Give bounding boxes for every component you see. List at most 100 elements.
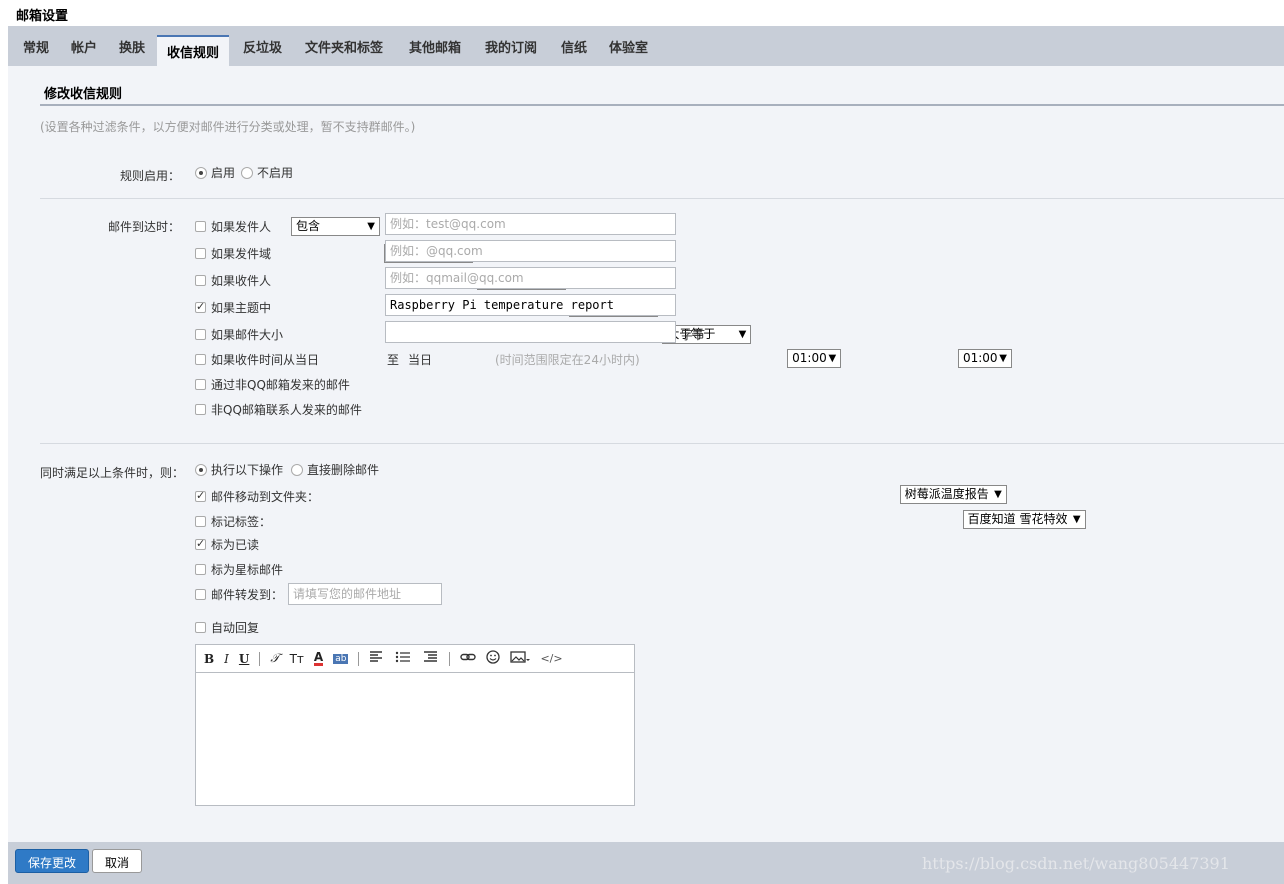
action-move-checkbox[interactable] — [195, 489, 206, 502]
tab-general[interactable]: 常规 — [23, 37, 49, 56]
actions-delete-label: 直接删除邮件 — [307, 463, 380, 477]
action-move-row: 邮件移动到文件夹： — [195, 488, 319, 505]
cond-sender-input[interactable]: 例如：test@qq.com — [385, 213, 676, 235]
cond-non-qq-checkbox[interactable] — [195, 379, 206, 390]
cond-recipient-row: 如果收件人 — [195, 272, 271, 289]
rule-enable-off-radio[interactable] — [241, 166, 254, 179]
action-forward-checkbox[interactable] — [195, 589, 206, 600]
auto-reply-editor: B I U 𝒯 Tт A ab </> — [195, 644, 635, 806]
section-title: 修改收信规则 — [44, 87, 123, 102]
tab-bar: 常规 帐户 换肤 收信规则 反垃圾 文件夹和标签 其他邮箱 我的订阅 信纸 体验… — [8, 26, 1284, 66]
list-icon[interactable] — [395, 651, 413, 666]
cond-size-row: 如果邮件大小 — [195, 326, 283, 343]
indent-icon[interactable] — [423, 651, 439, 666]
link-icon[interactable] — [460, 651, 477, 666]
emoji-icon[interactable] — [486, 650, 501, 667]
cond-recipient-label: 如果收件人 — [211, 274, 272, 288]
cond-size-input[interactable] — [385, 321, 676, 343]
editor-toolbar: B I U 𝒯 Tт A ab </> — [196, 645, 634, 673]
cond-subject-label: 如果主题中 — [211, 301, 272, 315]
tab-anti-spam[interactable]: 反垃圾 — [243, 37, 282, 56]
rule-enable-on-radio[interactable] — [195, 166, 207, 179]
cond-recipient-input[interactable]: 例如：qqmail@qq.com — [385, 267, 676, 289]
cond-time-day-label: 当日 — [408, 353, 433, 367]
bold-icon[interactable]: B — [204, 652, 214, 666]
action-forward-row: 邮件转发到： — [195, 586, 283, 603]
rule-enable-off-label: 不启用 — [257, 166, 294, 180]
action-tag-select[interactable]: 百度知道 雪花特效 ▼ — [962, 510, 1086, 529]
page-title: 邮箱设置 — [16, 9, 69, 24]
cond-non-contact-label: 非QQ邮箱联系人发来的邮件 — [211, 403, 362, 417]
chevron-down-icon: ▼ — [999, 353, 1007, 364]
rule-enable-label: 规则启用： — [119, 169, 180, 183]
action-forward-input[interactable]: 请填写您的邮件地址 — [288, 583, 442, 605]
cond-domain-row: 如果发件域 — [195, 245, 271, 262]
toolbar-separator — [449, 651, 451, 666]
italic-icon[interactable]: I — [224, 652, 229, 666]
action-tag-checkbox[interactable] — [195, 516, 206, 527]
action-star-checkbox[interactable] — [195, 564, 206, 575]
toolbar-separator — [358, 651, 360, 666]
cond-sender-op-select[interactable]: 包含 ▼ — [291, 217, 380, 236]
cond-time-checkbox[interactable] — [195, 354, 206, 365]
watermark: https://blog.csdn.net/wang805447391 — [922, 854, 1230, 873]
source-code-icon[interactable]: </> — [540, 652, 562, 665]
cond-time-from-select[interactable]: 01:00 ▼ — [787, 349, 842, 368]
cond-domain-input[interactable]: 例如：@qq.com — [385, 240, 676, 262]
save-button[interactable]: 保存更改 — [15, 849, 90, 873]
cond-non-qq-label: 通过非QQ邮箱发来的邮件 — [211, 378, 350, 392]
cond-size-label: 如果邮件大小 — [211, 328, 284, 342]
section-underline — [40, 104, 1284, 106]
align-icon[interactable] — [369, 651, 385, 666]
cond-subject-row: 如果主题中 — [195, 299, 271, 316]
cond-size-checkbox[interactable] — [195, 329, 206, 340]
tab-subscriptions[interactable]: 我的订阅 — [485, 37, 537, 56]
cond-size-unit: 字节 — [681, 328, 706, 342]
cond-time-to-label: 至 — [387, 353, 400, 367]
tab-lab[interactable]: 体验室 — [609, 37, 648, 56]
tab-account[interactable]: 帐户 — [71, 37, 97, 56]
tab-folders-labels[interactable]: 文件夹和标签 — [305, 37, 383, 56]
actions-label: 同时满足以上条件时，则： — [40, 466, 185, 480]
tab-inbox-rules[interactable]: 收信规则 — [157, 35, 230, 66]
cancel-button[interactable]: 取消 — [92, 849, 143, 873]
chevron-down-icon: ▼ — [367, 221, 375, 232]
cond-time-note: (时间范围限定在24小时内) — [495, 353, 640, 367]
cond-time-label: 如果收件时间从当日 — [211, 353, 320, 367]
cond-domain-label: 如果发件域 — [211, 247, 272, 261]
tab-other-mailbox[interactable]: 其他邮箱 — [409, 37, 461, 56]
divider-2 — [40, 443, 1284, 444]
cond-sender-label: 如果发件人 — [211, 220, 272, 234]
cond-domain-checkbox[interactable] — [195, 248, 206, 259]
action-mark-read-checkbox[interactable] — [195, 537, 206, 550]
cond-sender-row: 如果发件人 — [195, 218, 271, 235]
editor-body[interactable] — [196, 673, 634, 805]
image-icon[interactable] — [510, 651, 531, 666]
actions-delete-radio[interactable] — [291, 463, 304, 476]
action-star-row: 标为星标邮件 — [195, 561, 283, 578]
toolbar-separator — [259, 651, 261, 666]
tab-stationery[interactable]: 信纸 — [561, 37, 587, 56]
action-forward-label: 邮件转发到： — [211, 588, 284, 602]
cond-time-row: 如果收件时间从当日 — [195, 351, 319, 368]
divider-1 — [40, 198, 1284, 199]
actions-exec-label: 执行以下操作 — [211, 463, 284, 477]
bg-color-icon[interactable]: ab — [333, 653, 349, 664]
action-move-folder-select[interactable]: 树莓派温度报告 ▼ — [899, 485, 1007, 504]
font-size-icon[interactable]: Tт — [290, 652, 304, 666]
font-color-icon[interactable]: A — [313, 651, 324, 666]
action-star-label: 标为星标邮件 — [211, 563, 284, 577]
action-auto-reply-row: 自动回复 — [195, 619, 259, 636]
cond-sender-checkbox[interactable] — [195, 221, 206, 232]
clear-format-icon[interactable]: 𝒯 — [270, 651, 279, 666]
cond-non-contact-row: 非QQ邮箱联系人发来的邮件 — [195, 401, 362, 418]
action-auto-reply-checkbox[interactable] — [195, 622, 206, 633]
cond-subject-input[interactable]: Raspberry Pi temperature report — [385, 294, 676, 316]
cond-recipient-checkbox[interactable] — [195, 275, 206, 286]
actions-exec-radio[interactable] — [195, 463, 207, 476]
cond-subject-checkbox[interactable] — [195, 300, 206, 313]
cond-time-to-select[interactable]: 01:00 ▼ — [957, 349, 1012, 368]
cond-non-contact-checkbox[interactable] — [195, 404, 206, 415]
underline-icon[interactable]: U — [239, 652, 249, 666]
tab-skin[interactable]: 换肤 — [119, 37, 145, 56]
